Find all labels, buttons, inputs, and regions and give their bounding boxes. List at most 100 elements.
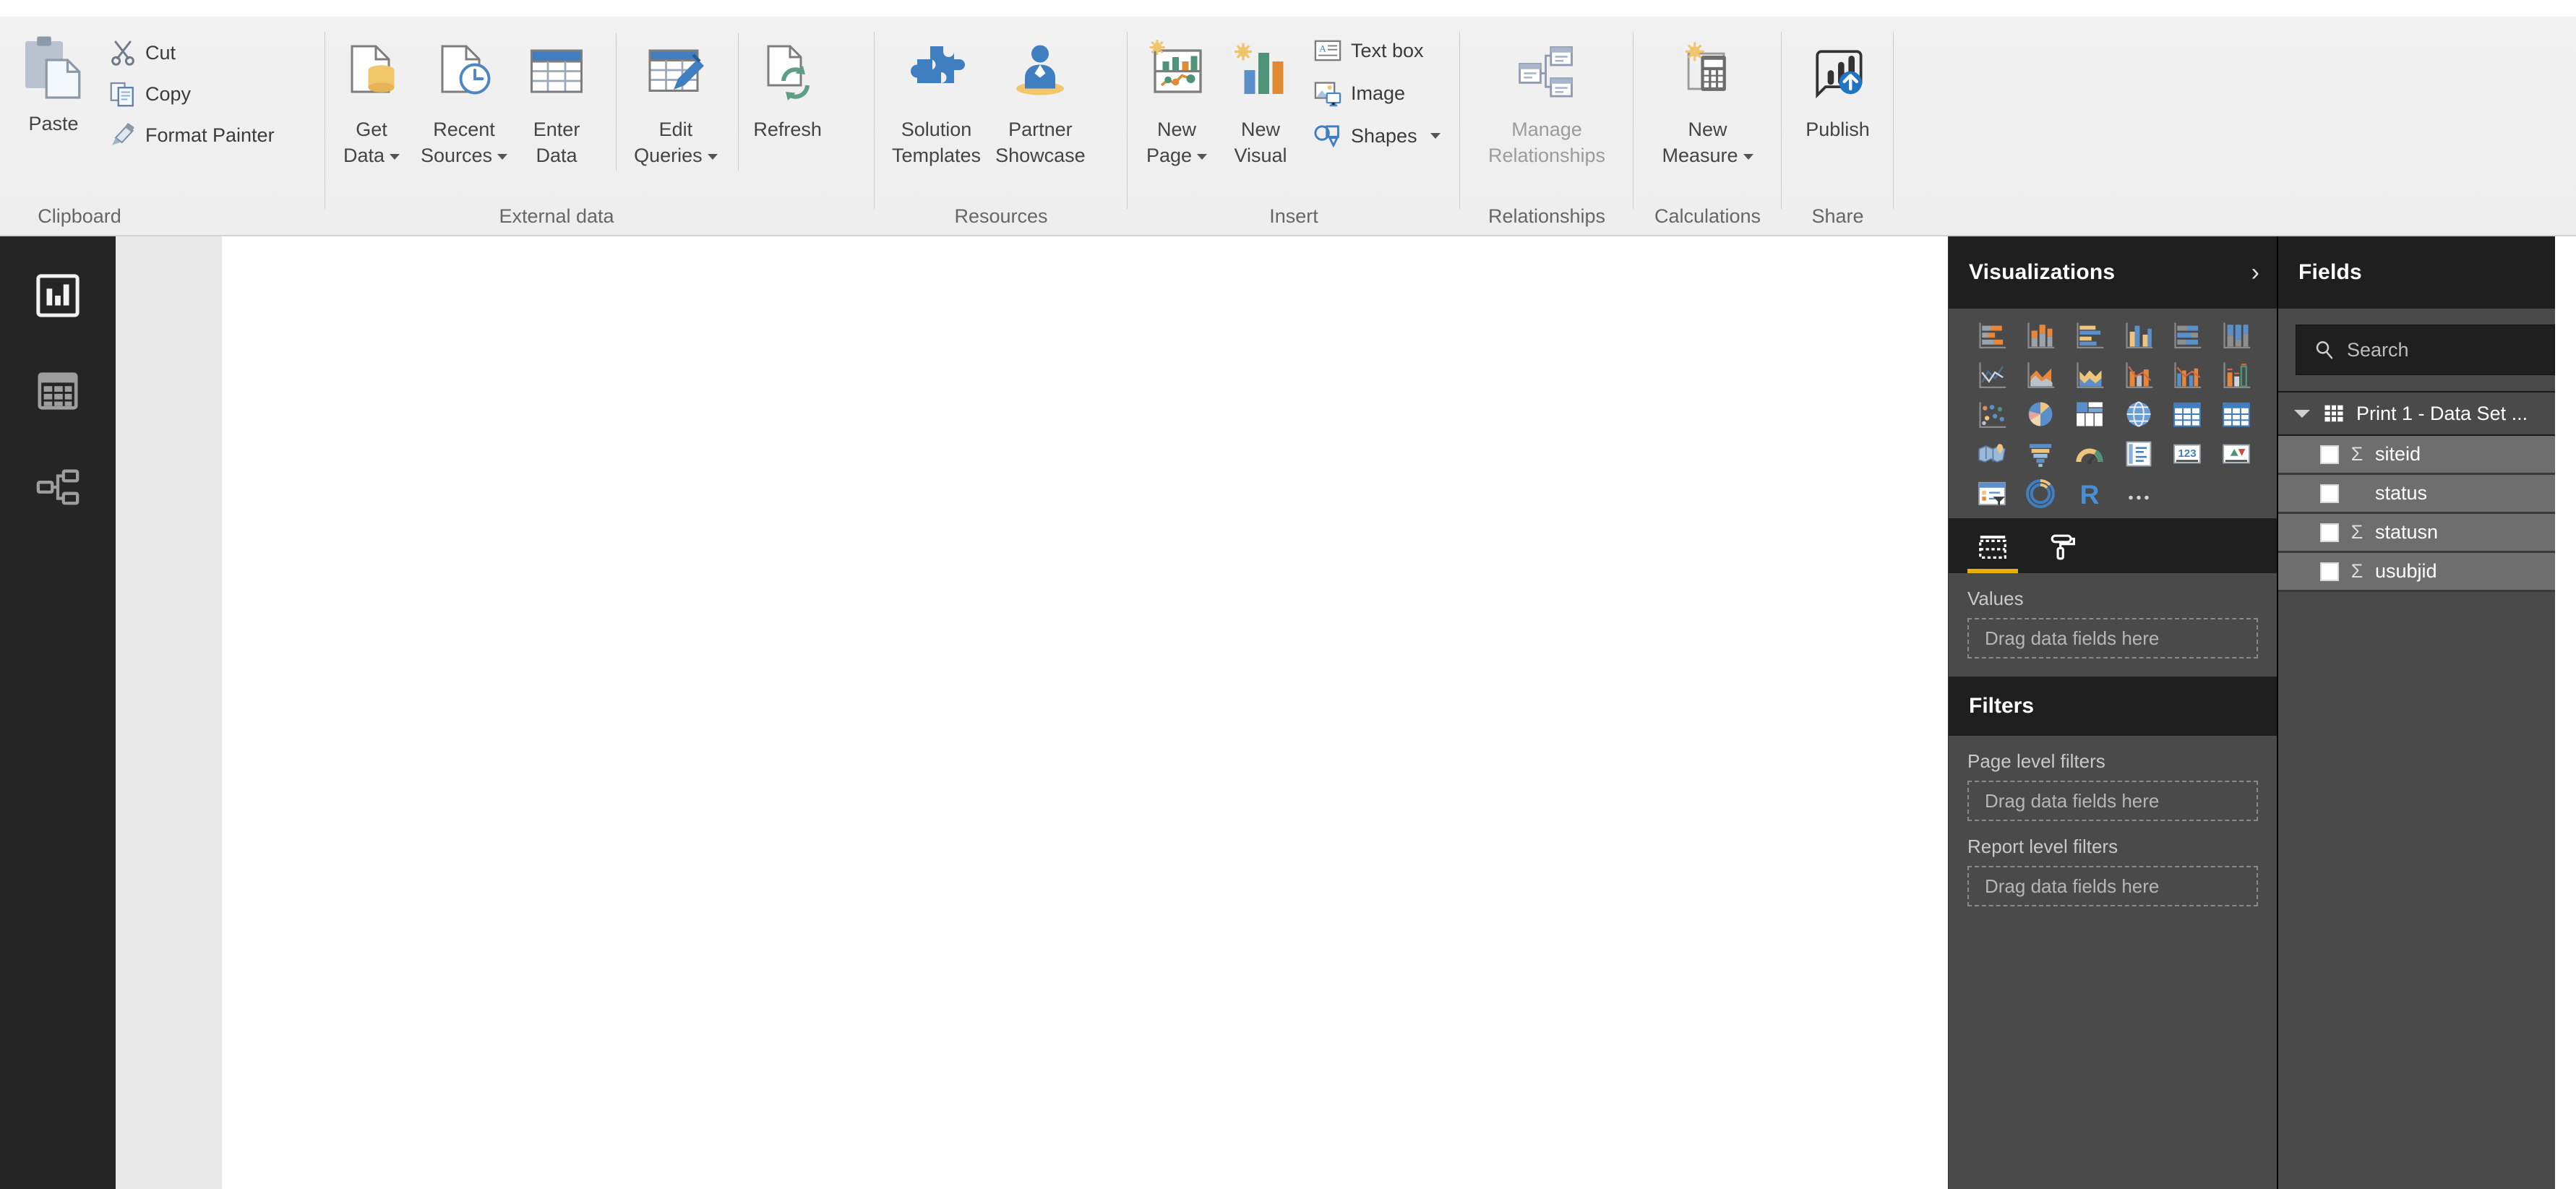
sidebar-item-report-view[interactable]	[0, 248, 116, 343]
svg-text:123: 123	[2178, 447, 2197, 460]
new-visual-icon	[1226, 38, 1295, 107]
ribbon-group-relationships: Manage Relationships Relationships	[1460, 16, 1633, 236]
ribbon-group-clipboard: Paste Cut	[0, 16, 325, 236]
fields-title: Fields	[2298, 260, 2362, 285]
visualization-pane-tabs	[1949, 518, 2277, 573]
page-level-filters-dropzone[interactable]: Drag data fields here	[1967, 781, 2258, 821]
ribbon-group-insert: New Page	[1128, 16, 1460, 236]
canvas-gutter	[116, 236, 222, 1189]
values-dropzone[interactable]: Drag data fields here	[1967, 618, 2258, 658]
clustered-bar-chart-icon[interactable]	[2074, 319, 2105, 351]
filled-map-icon[interactable]	[1976, 438, 2008, 470]
field-checkbox[interactable]	[2320, 523, 2339, 542]
field-checkbox[interactable]	[2320, 484, 2339, 503]
tab-format[interactable]	[2038, 525, 2089, 573]
area-chart-icon[interactable]	[2025, 359, 2056, 390]
new-measure-button[interactable]: New Measure	[1654, 27, 1760, 168]
chevron-down-icon[interactable]	[708, 154, 718, 160]
donut-chart-icon[interactable]	[2025, 478, 2056, 510]
scatter-chart-icon[interactable]	[1976, 398, 2008, 430]
shapes-label: Shapes	[1351, 125, 1417, 147]
partner-showcase-button[interactable]: Partner Showcase	[988, 27, 1093, 168]
publish-button[interactable]: Publish	[1798, 27, 1879, 143]
page-level-filters-label: Page level filters	[1949, 736, 2277, 781]
partner-person-icon	[1005, 38, 1075, 107]
ribbon-chart-icon[interactable]	[2220, 359, 2252, 390]
fields-table-node[interactable]: Print 1 - Data Set ...	[2278, 391, 2555, 436]
image-button[interactable]: Image	[1307, 74, 1446, 112]
table-icon[interactable]	[2220, 398, 2252, 430]
chevron-down-icon[interactable]	[1197, 154, 1207, 160]
recent-sources-button[interactable]: Recent Sources	[413, 27, 515, 168]
tab-fields[interactable]	[1967, 525, 2018, 573]
partner-showcase-label-line1: Partner	[1008, 119, 1073, 140]
fields-bucket-icon	[1976, 531, 2009, 564]
paste-button[interactable]: Paste	[0, 27, 103, 135]
field-row-usubjid[interactable]: Σ usubjid	[2278, 553, 2555, 592]
search-icon	[2314, 339, 2335, 361]
chevron-down-icon[interactable]	[1430, 133, 1441, 139]
new-page-button[interactable]: New Page	[1135, 27, 1219, 168]
field-checkbox[interactable]	[2320, 562, 2339, 581]
edit-queries-button[interactable]: Edit Queries	[627, 27, 725, 168]
shapes-button[interactable]: Shapes	[1307, 117, 1446, 155]
field-row-siteid[interactable]: Σ siteid	[2278, 436, 2555, 475]
edit-queries-icon	[641, 38, 710, 107]
line-stacked-column-chart-icon[interactable]	[2123, 359, 2155, 390]
r-script-visual-icon[interactable]: R	[2074, 478, 2105, 510]
chevron-down-icon[interactable]	[1743, 154, 1753, 160]
stacked-bar-chart-icon[interactable]	[1976, 319, 2008, 351]
aggregate-sigma-icon: Σ	[2349, 560, 2365, 583]
filters-title: Filters	[1969, 694, 2034, 718]
stacked-column-chart-icon[interactable]	[2025, 319, 2056, 351]
card-icon[interactable]	[2123, 438, 2155, 470]
text-box-icon: A	[1313, 35, 1343, 66]
refresh-icon	[753, 38, 823, 107]
field-name: usubjid	[2375, 560, 2437, 583]
multi-row-card-icon[interactable]: 123	[2171, 438, 2203, 470]
treemap-icon[interactable]	[2074, 398, 2105, 430]
new-visual-button[interactable]: New Visual	[1219, 27, 1302, 168]
enter-data-button[interactable]: Enter Data	[515, 27, 606, 168]
manage-relationships-button[interactable]: Manage Relationships	[1481, 27, 1613, 168]
new-page-label-line2: Page	[1146, 145, 1192, 166]
sidebar-item-relationships-view[interactable]	[0, 439, 116, 534]
text-box-button[interactable]: A Text box	[1307, 32, 1446, 69]
stacked-area-chart-icon[interactable]	[2074, 359, 2105, 390]
field-row-status[interactable]: status	[2278, 475, 2555, 514]
solution-templates-button[interactable]: Solution Templates	[885, 27, 988, 168]
sidebar-item-data-view[interactable]	[0, 343, 116, 439]
clustered-column-chart-icon[interactable]	[2123, 319, 2155, 351]
100-stacked-bar-chart-icon[interactable]	[2171, 319, 2203, 351]
100-stacked-column-chart-icon[interactable]	[2220, 319, 2252, 351]
pie-chart-icon[interactable]	[2025, 398, 2056, 430]
chevron-right-icon[interactable]: ›	[2251, 260, 2259, 285]
map-icon[interactable]	[2123, 398, 2155, 430]
slicer-icon[interactable]	[1976, 478, 2008, 510]
group-label-external-data: External data	[325, 207, 875, 236]
gauge-chart-icon[interactable]	[2074, 438, 2105, 470]
aggregate-sigma-icon: Σ	[2349, 443, 2365, 465]
chevron-down-icon[interactable]	[497, 154, 507, 160]
funnel-chart-icon[interactable]	[2025, 438, 2056, 470]
expand-collapse-triangle-icon[interactable]	[2294, 410, 2310, 418]
format-painter-button[interactable]: Format Painter	[103, 117, 280, 153]
field-checkbox[interactable]	[2320, 445, 2339, 464]
copy-button[interactable]: Copy	[103, 76, 280, 112]
report-level-filters-dropzone[interactable]: Drag data fields here	[1967, 866, 2258, 906]
line-chart-icon[interactable]	[1976, 359, 2008, 390]
field-row-statusn[interactable]: Σ statusn	[2278, 514, 2555, 553]
get-data-button[interactable]: Get Data	[330, 27, 413, 168]
report-canvas[interactable]	[222, 236, 1948, 1189]
line-clustered-column-chart-icon[interactable]	[2171, 359, 2203, 390]
matrix-icon[interactable]	[2171, 398, 2203, 430]
cut-button[interactable]: Cut	[103, 35, 280, 71]
visualizations-title: Visualizations	[1969, 260, 2115, 285]
refresh-button[interactable]: Refresh	[746, 27, 830, 143]
more-options-icon[interactable]	[2123, 478, 2155, 510]
recent-sources-icon	[429, 38, 499, 107]
copy-icon	[108, 80, 137, 108]
chevron-down-icon[interactable]	[390, 154, 400, 160]
kpi-icon[interactable]	[2220, 438, 2252, 470]
search-input[interactable]: Search	[2296, 325, 2555, 375]
